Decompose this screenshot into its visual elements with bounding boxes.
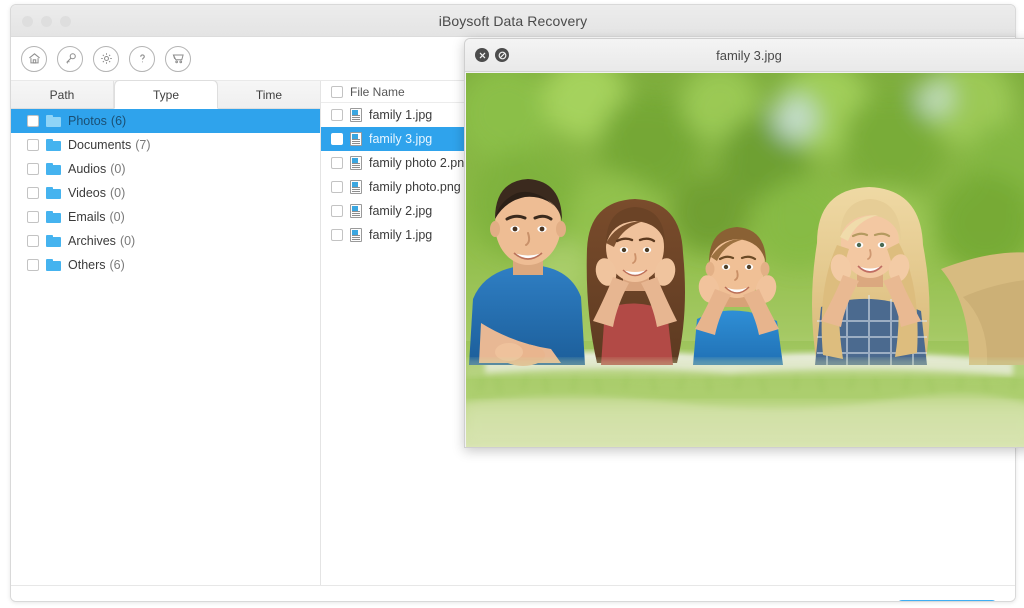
checkbox[interactable] (331, 205, 343, 217)
tab-type[interactable]: Type (114, 81, 218, 109)
image-file-icon (350, 228, 362, 242)
sidebar-item-documents[interactable]: Documents (7) (11, 133, 320, 157)
checkbox[interactable] (331, 181, 343, 193)
file-name-label: family photo.png (369, 180, 461, 194)
app-root: iBoysoft Data Recovery (0, 0, 1024, 608)
window-titlebar: iBoysoft Data Recovery (11, 5, 1015, 37)
sidebar-item-others[interactable]: Others (6) (11, 253, 320, 277)
sidebar-item-count: (0) (110, 186, 125, 200)
recover-button[interactable]: Recover (897, 600, 997, 602)
sidebar-item-count: (6) (111, 114, 126, 128)
file-name-label: family 1.jpg (369, 108, 432, 122)
image-file-icon (350, 180, 362, 194)
checkbox[interactable] (27, 115, 39, 127)
sidebar-item-label: Others (68, 258, 106, 272)
sidebar-item-audios[interactable]: Audios (0) (11, 157, 320, 181)
select-all-checkbox[interactable] (331, 86, 343, 98)
sidebar-item-count: (0) (110, 210, 125, 224)
checkbox[interactable] (27, 187, 39, 199)
help-icon[interactable] (129, 46, 155, 72)
folder-icon (46, 115, 61, 127)
checkbox[interactable] (27, 211, 39, 223)
image-preview-window: family 3.jpg (464, 38, 1024, 448)
sidebar-item-emails[interactable]: Emails (0) (11, 205, 320, 229)
checkbox[interactable] (27, 139, 39, 151)
family-photo-image (466, 73, 1024, 447)
filter-tabs: Path Type Time (11, 81, 320, 109)
preview-title: family 3.jpg (465, 48, 1024, 63)
folder-icon (46, 211, 61, 223)
sidebar-item-count: (7) (135, 138, 150, 152)
sidebar-item-label: Documents (68, 138, 131, 152)
image-file-icon (350, 132, 362, 146)
file-name-label: family 1.jpg (369, 228, 432, 242)
preview-image-container (466, 73, 1024, 447)
image-file-icon (350, 204, 362, 218)
tab-time[interactable]: Time (218, 81, 320, 108)
file-name-label: family 2.jpg (369, 204, 432, 218)
sidebar-item-label: Emails (68, 210, 106, 224)
checkbox[interactable] (331, 157, 343, 169)
folder-icon (46, 259, 61, 271)
sidebar-item-count: (0) (110, 162, 125, 176)
sidebar-item-label: Videos (68, 186, 106, 200)
sidebar: Path Type Time Photos (6) Documents (11, 81, 321, 585)
folder-icon (46, 139, 61, 151)
checkbox[interactable] (27, 235, 39, 247)
sidebar-item-count: (0) (120, 234, 135, 248)
folder-icon (46, 187, 61, 199)
folder-icon (46, 235, 61, 247)
preview-titlebar: family 3.jpg (465, 39, 1024, 72)
sidebar-item-label: Photos (68, 114, 107, 128)
folder-icon (46, 163, 61, 175)
checkbox[interactable] (27, 163, 39, 175)
key-icon[interactable] (57, 46, 83, 72)
cart-icon[interactable] (165, 46, 191, 72)
tab-path[interactable]: Path (11, 81, 114, 108)
column-header-file-name[interactable]: File Name (350, 85, 405, 99)
checkbox[interactable] (331, 109, 343, 121)
sidebar-item-archives[interactable]: Archives (0) (11, 229, 320, 253)
checkbox[interactable] (331, 229, 343, 241)
checkbox[interactable] (331, 133, 343, 145)
file-name-label: family photo 2.png (369, 156, 471, 170)
sidebar-item-label: Archives (68, 234, 116, 248)
gear-icon[interactable] (93, 46, 119, 72)
image-file-icon (350, 156, 362, 170)
file-name-label: family 3.jpg (369, 132, 432, 146)
home-icon[interactable] (21, 46, 47, 72)
sidebar-item-label: Audios (68, 162, 106, 176)
category-list: Photos (6) Documents (7) Audios (0) (11, 109, 320, 277)
sidebar-item-videos[interactable]: Videos (0) (11, 181, 320, 205)
footer-bar: Marked 0 bytes in 0 file(s) Recover (11, 585, 1015, 602)
sidebar-item-photos[interactable]: Photos (6) (11, 109, 320, 133)
checkbox[interactable] (27, 259, 39, 271)
image-file-icon (350, 108, 362, 122)
sidebar-item-count: (6) (110, 258, 125, 272)
page-title: iBoysoft Data Recovery (11, 13, 1015, 29)
